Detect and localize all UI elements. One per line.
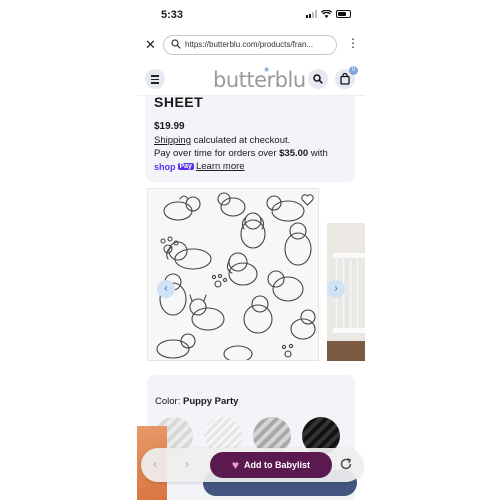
installments-note: Pay over time for orders over $35.00 wit… bbox=[154, 148, 328, 159]
babylist-toolbar: ‹ › ♥ Add to Babylist bbox=[141, 448, 363, 482]
product-price: $19.99 bbox=[154, 121, 185, 132]
shopping-bag-icon bbox=[340, 73, 350, 85]
color-label-text: Color: bbox=[155, 396, 181, 407]
add-to-babylist-button[interactable]: ♥ Add to Babylist bbox=[210, 452, 332, 478]
close-icon[interactable]: ✕ bbox=[145, 37, 156, 53]
site-header: butterblu ★ 0 bbox=[137, 62, 365, 96]
installments-prefix: Pay over time for orders over bbox=[154, 148, 280, 159]
menu-button[interactable] bbox=[145, 69, 165, 89]
puppy-pattern-illustration bbox=[156, 192, 316, 360]
status-time: 5:33 bbox=[161, 9, 184, 21]
product-image-puppy-pattern[interactable] bbox=[147, 188, 319, 361]
search-icon bbox=[171, 39, 181, 49]
chevron-left-icon[interactable]: ‹ bbox=[153, 457, 157, 471]
refresh-icon[interactable] bbox=[339, 457, 353, 471]
product-info-card: SHEET $19.99 Shipping calculated at chec… bbox=[145, 94, 355, 182]
battery-icon bbox=[336, 10, 351, 18]
site-logo[interactable]: butterblu bbox=[213, 68, 306, 92]
shoppay-logo: shop bbox=[154, 161, 176, 172]
url-text: https://butterblu.com/products/fran... bbox=[185, 40, 314, 49]
status-icons bbox=[306, 10, 351, 18]
shoppay-pay-badge: Pay bbox=[177, 163, 194, 170]
product-gallery[interactable]: ‹ › bbox=[137, 188, 365, 361]
browser-toolbar: ✕ https://butterblu.com/products/fran...… bbox=[137, 33, 365, 57]
more-vertical-icon[interactable]: ⋮ bbox=[347, 37, 359, 49]
signal-icon bbox=[306, 10, 317, 18]
star-icon: ★ bbox=[263, 65, 271, 74]
wifi-icon bbox=[321, 10, 332, 18]
shipping-link[interactable]: Shipping bbox=[154, 135, 191, 146]
learn-more-link[interactable]: Learn more bbox=[196, 161, 245, 172]
installments-suffix: with bbox=[308, 148, 328, 159]
url-bar[interactable]: https://butterblu.com/products/fran... bbox=[163, 35, 337, 55]
carousel-next-button[interactable]: › bbox=[327, 280, 345, 298]
chevron-right-icon[interactable]: › bbox=[185, 457, 189, 471]
product-title: SHEET bbox=[154, 94, 204, 110]
search-icon bbox=[313, 74, 323, 84]
installments-amount: $35.00 bbox=[279, 148, 309, 159]
shipping-note: Shipping calculated at checkout. bbox=[154, 135, 290, 146]
search-button[interactable] bbox=[308, 69, 328, 89]
selected-color: Puppy Party bbox=[182, 396, 239, 407]
shoppay-row: shop Pay Learn more bbox=[154, 161, 245, 172]
shipping-note-text: calculated at checkout. bbox=[190, 135, 291, 146]
carousel-prev-button[interactable]: ‹ bbox=[157, 280, 175, 298]
color-label: Color: Puppy Party bbox=[155, 396, 238, 407]
status-bar: 5:33 bbox=[137, 0, 365, 30]
cart-count-badge: 0 bbox=[349, 66, 358, 75]
mobile-browser-viewport: 5:33 ✕ https://butterblu.com/products/fr… bbox=[137, 0, 365, 500]
heart-icon: ♥ bbox=[231, 458, 240, 472]
heart-outline-icon[interactable] bbox=[301, 194, 314, 206]
add-to-babylist-label: Add to Babylist bbox=[244, 460, 311, 470]
